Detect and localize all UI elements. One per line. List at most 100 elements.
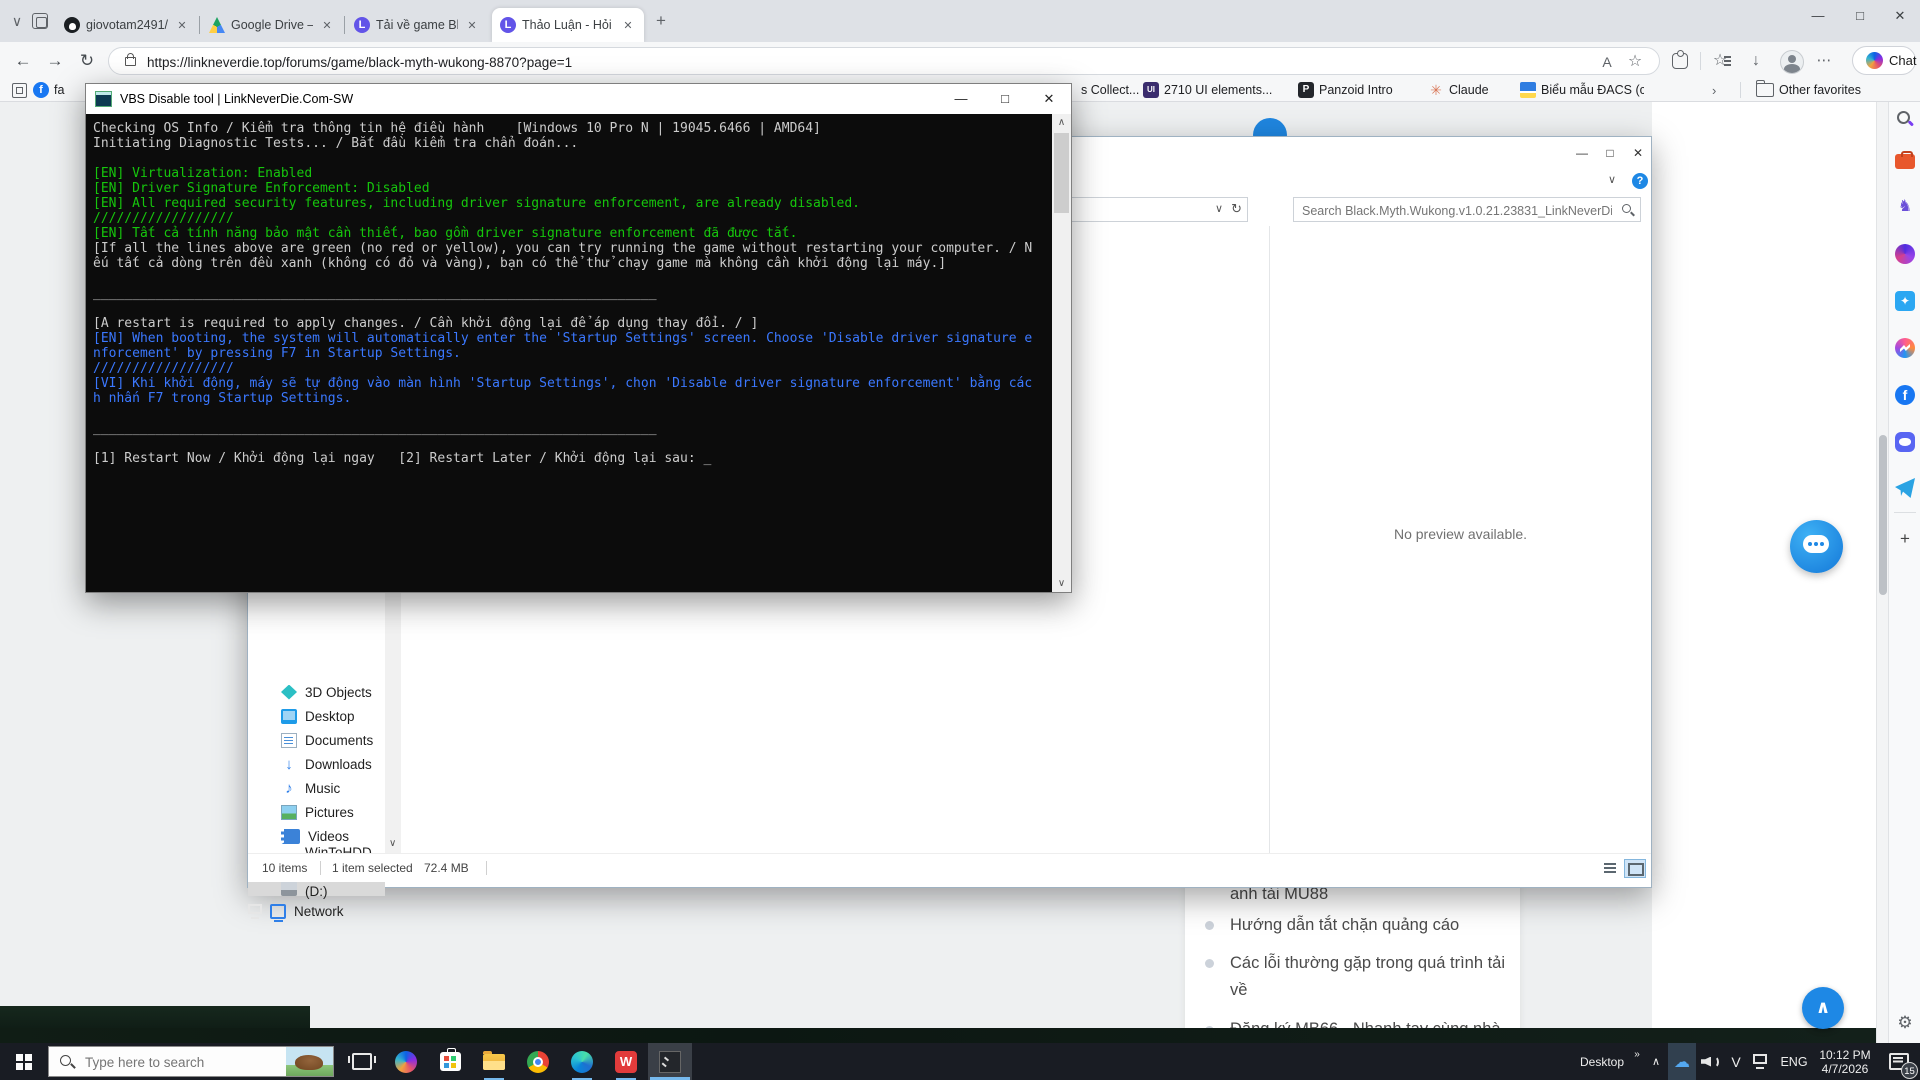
forum-link[interactable]: Các lỗi thường gặp trong quá trình tải xyxy=(1230,954,1505,973)
sidebar-item-network[interactable]: Network xyxy=(248,904,266,919)
input-method-indicator[interactable]: V xyxy=(1724,1043,1748,1080)
tab-lnd-download[interactable]: L Tải về game Black Myth: Wukong ✕ xyxy=(346,8,488,42)
tab-lnd-forum-active[interactable]: L Thảo Luận - Hỏi Đáp: Black Myth: ✕ xyxy=(492,8,644,42)
window-minimize-icon[interactable]: — xyxy=(1798,0,1838,32)
back-icon[interactable]: ← xyxy=(10,48,36,74)
details-view-icon[interactable] xyxy=(1600,859,1622,878)
customize-sidebar-icon[interactable]: + xyxy=(1895,529,1915,549)
scroll-up-icon[interactable]: ∧ xyxy=(1052,114,1071,131)
apps-icon[interactable] xyxy=(12,83,27,98)
volume-icon[interactable] xyxy=(1696,1043,1724,1080)
chrome-button[interactable] xyxy=(516,1043,560,1080)
sidebar-search-icon[interactable] xyxy=(1895,109,1915,129)
toolbar-expand-icon[interactable]: » xyxy=(1630,1043,1644,1080)
new-tab-icon[interactable]: + xyxy=(652,12,670,30)
forum-link-wrap[interactable]: về xyxy=(1230,981,1247,1000)
console-title-bar[interactable]: VBS Disable tool | LinkNeverDie.Com-SW —… xyxy=(86,84,1071,114)
games-icon[interactable]: ♞ xyxy=(1895,197,1915,217)
task-view-button[interactable] xyxy=(340,1043,384,1080)
sidebar-item-documents[interactable]: Documents xyxy=(248,728,385,752)
read-aloud-icon[interactable]: A xyxy=(1597,52,1617,72)
add-favorite-star-icon[interactable]: ☆ xyxy=(1625,52,1645,72)
telegram-icon[interactable] xyxy=(1895,478,1915,498)
sidebar-item-desktop[interactable]: Desktop xyxy=(248,704,385,728)
downloads-icon[interactable]: ↓ xyxy=(1744,49,1768,73)
explorer-minimize-icon[interactable]: — xyxy=(1568,143,1596,163)
start-button[interactable] xyxy=(0,1043,48,1080)
console-maximize-icon[interactable]: □ xyxy=(983,84,1027,114)
profile-avatar[interactable] xyxy=(1780,50,1804,74)
language-indicator[interactable]: ENG xyxy=(1776,1043,1812,1080)
scroll-down-icon[interactable]: ∨ xyxy=(389,838,396,849)
favorites-list-icon[interactable]: ☆ xyxy=(1708,49,1732,73)
edge-button[interactable] xyxy=(560,1043,604,1080)
bookmark-collect[interactable]: s Collect... xyxy=(1076,80,1139,100)
window-maximize-icon[interactable]: □ xyxy=(1840,0,1880,32)
sidebar-item-3d-objects[interactable]: 3D Objects xyxy=(248,680,385,704)
taskbar-search-box[interactable] xyxy=(48,1046,334,1077)
other-favorites-button[interactable]: Other favorites xyxy=(1756,80,1861,100)
microsoft-365-icon[interactable] xyxy=(1895,244,1915,264)
file-explorer-button[interactable] xyxy=(472,1043,516,1080)
thumbnail-view-icon[interactable] xyxy=(1624,859,1646,878)
console-app-button[interactable] xyxy=(648,1043,692,1080)
bookmark-form[interactable]: Biểu mẫu ĐACS (cậ xyxy=(1520,80,1644,100)
explorer-maximize-icon[interactable]: □ xyxy=(1596,143,1624,163)
address-bar[interactable]: A ☆ xyxy=(108,47,1660,75)
bookmark-facebook[interactable]: f fa xyxy=(33,80,85,100)
ribbon-collapse-icon[interactable]: ∨ xyxy=(1608,173,1616,186)
hidden-icons-chevron-icon[interactable]: ∧ xyxy=(1644,1043,1668,1080)
bookmark-panzoid[interactable]: P Panzoid Intro xyxy=(1298,80,1393,100)
store-button[interactable] xyxy=(428,1043,472,1080)
address-refresh-icon[interactable]: ↻ xyxy=(1231,201,1242,217)
explorer-search-box[interactable] xyxy=(1293,197,1641,222)
tab-close-icon[interactable]: ✕ xyxy=(620,19,636,32)
explorer-close-icon[interactable]: ✕ xyxy=(1624,143,1652,163)
messenger-icon[interactable] xyxy=(1895,338,1915,358)
taskbar-search-input[interactable] xyxy=(83,1051,277,1073)
sidebar-item-music[interactable]: ♪Music xyxy=(248,776,385,800)
chat-widget-button[interactable] xyxy=(1790,520,1843,573)
daily-animal-image[interactable] xyxy=(286,1047,333,1076)
onedrive-icon[interactable]: ☁ xyxy=(1668,1043,1696,1080)
w-app-button[interactable]: W xyxy=(604,1043,648,1080)
console-close-icon[interactable]: ✕ xyxy=(1027,84,1071,114)
copilot-chat-button[interactable]: Chat xyxy=(1852,46,1916,75)
sidebar-item-pictures[interactable]: Pictures xyxy=(248,800,385,824)
address-input[interactable] xyxy=(145,49,1549,75)
clock[interactable]: 10:12 PM 4/7/2026 xyxy=(1812,1043,1878,1080)
bookmarks-overflow-icon[interactable]: › xyxy=(1712,83,1716,98)
tab-google-drive[interactable]: Google Drive – Cảnh báo quét vi r ✕ xyxy=(201,8,343,42)
settings-gear-icon[interactable]: ⚙ xyxy=(1895,1013,1915,1033)
help-icon[interactable]: ? xyxy=(1632,173,1648,189)
facebook-icon[interactable]: f xyxy=(1895,385,1915,405)
scroll-to-top-button[interactable]: ∧ xyxy=(1802,987,1844,1029)
console-scrollbar-thumb[interactable] xyxy=(1054,133,1069,213)
bookmark-ui-elements[interactable]: UI 2710 UI elements... xyxy=(1143,80,1272,100)
bookmark-claude[interactable]: ✳ Claude xyxy=(1428,80,1489,100)
browser-essentials-icon[interactable] xyxy=(1672,53,1688,69)
refresh-icon[interactable]: ↻ xyxy=(74,48,100,74)
explorer-search-input[interactable] xyxy=(1300,200,1614,221)
tab-close-icon[interactable]: ✕ xyxy=(319,19,335,32)
tab-close-icon[interactable]: ✕ xyxy=(464,19,480,32)
vertical-tabs-icon[interactable] xyxy=(32,13,48,29)
desktop-toolbar-label[interactable]: Desktop xyxy=(1574,1043,1630,1080)
tab-search-chevron-icon[interactable]: ∨ xyxy=(8,12,26,30)
address-dropdown-icon[interactable]: ∨ xyxy=(1215,202,1223,215)
console-scrollbar[interactable]: ∧ ∨ xyxy=(1052,114,1071,592)
copilot-button[interactable] xyxy=(384,1043,428,1080)
discord-icon[interactable] xyxy=(1895,432,1915,452)
page-scrollbar-thumb[interactable] xyxy=(1879,435,1887,595)
forum-link[interactable]: Hướng dẫn tắt chặn quảng cáo xyxy=(1230,916,1459,935)
window-close-icon[interactable]: ✕ xyxy=(1880,0,1920,32)
image-creator-icon[interactable]: ✦ xyxy=(1895,291,1915,311)
forward-icon[interactable]: → xyxy=(42,48,68,74)
notification-center-button[interactable]: 15 xyxy=(1878,1043,1920,1080)
console-minimize-icon[interactable]: — xyxy=(939,84,983,114)
tab-close-icon[interactable]: ✕ xyxy=(174,19,190,32)
network-icon[interactable] xyxy=(1748,1043,1776,1080)
tab-github[interactable]: giovotam2491/HE_THONG_THI_TR ✕ xyxy=(56,8,198,42)
toolbox-icon[interactable] xyxy=(1895,154,1915,169)
scroll-down-icon[interactable]: ∨ xyxy=(1052,575,1071,592)
